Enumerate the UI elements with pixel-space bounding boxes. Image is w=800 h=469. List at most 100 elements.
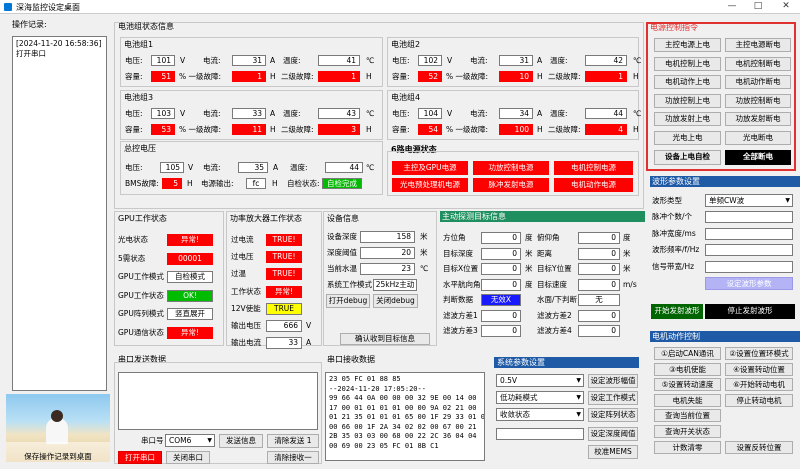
debug-on-button[interactable]: 打开debug: [326, 294, 370, 308]
confirm-target-button[interactable]: 确认收到目标信息: [340, 333, 430, 345]
battery-4-fault1: 100: [499, 124, 533, 135]
battery-group-2-title: 电池组2: [391, 40, 421, 49]
sonar-right-label: 滤波方差2: [537, 310, 572, 320]
gpu-row-label: GPU阵列模式: [118, 309, 164, 318]
start-wave-button[interactable]: 开始发射波形: [651, 304, 703, 319]
fault1-label: % 一级故障:: [179, 72, 222, 81]
pulse-width-input[interactable]: [705, 228, 793, 240]
battery-2-capacity: 52: [418, 71, 442, 82]
device-row-value: 25kHz主动: [373, 279, 417, 291]
amplitude-select[interactable]: 0.5V ▼: [496, 374, 584, 387]
current-unit: A: [537, 109, 543, 118]
motor-button-9[interactable]: 查询当前位置: [654, 409, 721, 423]
battery-1-current: 31: [232, 55, 266, 66]
motor-button-11[interactable]: 查询开关状态: [654, 425, 721, 438]
mode-select[interactable]: 低功耗模式 ▼: [496, 391, 584, 404]
set-wave-button[interactable]: 设定波形参数: [705, 277, 793, 290]
power-ctrl-button-12[interactable]: 光电断电: [725, 130, 791, 145]
depth-threshold-input[interactable]: [496, 428, 584, 440]
power-ctrl-button-9[interactable]: 功放发射上电: [654, 112, 721, 126]
motor-button-5[interactable]: ⑤设置转动速度: [654, 378, 721, 392]
send-button[interactable]: 发送信息: [219, 434, 263, 448]
sonar-right-value: 0: [578, 309, 620, 322]
power-ctrl-button-10[interactable]: 功放发射断电: [725, 112, 791, 126]
maximize-button[interactable]: □: [748, 1, 768, 11]
power-ctrl-button-5[interactable]: 电机动作上电: [654, 75, 721, 89]
sonar-right-value: 0: [578, 325, 620, 337]
battery-1-capacity: 51: [151, 71, 175, 82]
set-depth-button[interactable]: 设定深度阈值: [588, 427, 638, 441]
power-ctrl-button-3[interactable]: 电机控制上电: [654, 56, 721, 71]
close-port-button[interactable]: 关闭串口: [166, 451, 210, 464]
pulse-count-input[interactable]: [705, 211, 793, 223]
close-button[interactable]: ✕: [776, 1, 796, 11]
log-textbox[interactable]: [2024-11-20 16:58:36] 打开串口: [12, 36, 107, 391]
power-ctrl-button-6[interactable]: 电机动作断电: [725, 75, 791, 89]
motor-button-2[interactable]: ②设置位置环模式: [725, 347, 793, 360]
power-status-amp-ctrl: 功放控制电源: [473, 161, 549, 175]
amp-row-value: TRUE!: [266, 268, 302, 281]
total-temp: 44: [325, 162, 363, 173]
bandwidth-input[interactable]: [705, 261, 793, 273]
save-log-button[interactable]: 保存操作记录到桌面: [8, 451, 108, 463]
wave-type-select[interactable]: 单频CW波 ▼: [705, 194, 793, 207]
sonar-right-label: 距离: [537, 248, 552, 258]
send-textbox[interactable]: [118, 372, 318, 430]
set-amplitude-button[interactable]: 设定波形幅值: [588, 374, 638, 388]
set-mode-button[interactable]: 设定工作模式: [588, 391, 638, 405]
sonar-right-unit: 米: [623, 248, 631, 258]
power-ctrl-button-8[interactable]: 功放控制断电: [725, 93, 791, 108]
power-status-motor-ctrl: 电机控制电源: [554, 161, 633, 175]
motor-button-4[interactable]: ④设置转动位置: [725, 362, 793, 376]
gpu-title: GPU工作状态: [118, 214, 167, 223]
stop-wave-button[interactable]: 停止发射波形: [705, 304, 795, 319]
fault2-unit: H: [366, 125, 372, 134]
current-label: 电流:: [470, 56, 488, 65]
set-array-button[interactable]: 设定阵列状态: [588, 408, 638, 422]
power-ctrl-button-4[interactable]: 电机控制断电: [725, 56, 791, 71]
clear-recv-button[interactable]: 清除接收一: [267, 451, 319, 464]
array-select[interactable]: 收敛状态 ▼: [496, 408, 584, 421]
all-off-button[interactable]: 全部断电: [725, 150, 791, 165]
motor-button-6[interactable]: ⑥开始转动电机: [725, 378, 793, 392]
motor-button-8[interactable]: 停止转动电机: [725, 393, 793, 407]
amp-row-label: 输出电流: [231, 338, 261, 348]
power-ctrl-button-7[interactable]: 功放控制上电: [654, 93, 721, 108]
minimize-button[interactable]: —: [722, 1, 742, 11]
voltage-label: 电压:: [125, 56, 143, 65]
temp-label: 温度:: [550, 109, 568, 118]
motor-button-7[interactable]: 电机失能: [654, 393, 721, 407]
motor-button-13[interactable]: 计数清零: [654, 440, 721, 454]
sonar-left-label: 判断数据: [443, 295, 473, 304]
power-ctrl-button-1[interactable]: 主控电源上电: [654, 38, 721, 52]
battery-1-voltage: 101: [151, 55, 175, 66]
port-select[interactable]: COM6 ▼: [165, 434, 215, 447]
device-row-unit: 米: [420, 232, 428, 241]
bms-unit: H: [187, 179, 193, 188]
sonar-right-label: 水面/下判断: [537, 295, 578, 304]
log-title: 操作记录:: [12, 20, 47, 29]
temp-unit: ℃: [366, 56, 375, 65]
wave-freq-input[interactable]: [705, 244, 793, 256]
motor-button-3[interactable]: ③电机使能: [654, 362, 721, 376]
selfcheck-button[interactable]: 设备上电自检: [654, 150, 721, 165]
power-ctrl-button-11[interactable]: 光电上电: [654, 130, 721, 145]
current-label: 电流:: [203, 109, 221, 118]
calibrate-mems-button[interactable]: 校准MEMS: [588, 445, 638, 459]
debug-off-button[interactable]: 关闭debug: [373, 294, 418, 308]
open-port-button[interactable]: 打开串口: [118, 451, 162, 464]
amp-row-label: 过电压: [231, 252, 254, 262]
clear-send-button[interactable]: 清除发送 1: [267, 434, 319, 448]
current-unit: A: [270, 109, 276, 118]
current-unit: A: [537, 56, 543, 65]
power-ctrl-button-2[interactable]: 主控电源断电: [725, 38, 791, 52]
amp-row-label: 过温: [231, 269, 246, 279]
fault2-label: 二级故障:: [548, 125, 581, 134]
motor-title: 电机动作控制: [652, 332, 700, 341]
gpu-row-value: 异常!: [167, 326, 213, 339]
motor-button-14[interactable]: 设置反转位置: [725, 440, 793, 454]
motor-button-1[interactable]: ①启动CAN通讯: [654, 347, 721, 360]
recv-textbox[interactable]: 23 05 FC 01 88 85 --2024-11-20 17:05:20-…: [325, 372, 485, 461]
battery-4-temp: 44: [585, 108, 627, 119]
selfcheck-label: 自检状态:: [287, 179, 320, 188]
